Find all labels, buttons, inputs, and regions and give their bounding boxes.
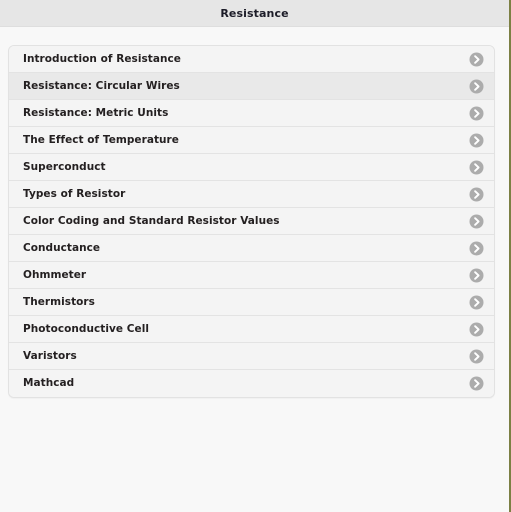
list-item-label: Ohmmeter [23, 269, 87, 281]
list-item-label: Types of Resistor [23, 188, 126, 200]
list-item-label: The Effect of Temperature [23, 134, 179, 146]
list-item[interactable]: Conductance [9, 235, 494, 262]
chevron-right-circle-icon[interactable] [469, 52, 484, 67]
list-item-label: Resistance: Circular Wires [23, 80, 180, 92]
topic-list: Introduction of Resistance Resistance: Ci… [8, 45, 495, 398]
chevron-right-circle-icon[interactable] [469, 187, 484, 202]
chevron-right-circle-icon[interactable] [469, 295, 484, 310]
list-item-label: Color Coding and Standard Resistor Value… [23, 215, 280, 227]
chevron-right-circle-icon[interactable] [469, 376, 484, 391]
chevron-right-circle-icon[interactable] [469, 268, 484, 283]
chevron-right-circle-icon[interactable] [469, 133, 484, 148]
list-item[interactable]: Thermistors [9, 289, 494, 316]
title-bar: Resistance [0, 0, 509, 27]
list-item[interactable]: Superconduct [9, 154, 494, 181]
chevron-right-circle-icon[interactable] [469, 241, 484, 256]
list-item-label: Photoconductive Cell [23, 323, 150, 335]
chevron-right-circle-icon[interactable] [469, 214, 484, 229]
list-item-label: Resistance: Metric Units [23, 107, 169, 119]
chevron-right-circle-icon[interactable] [469, 106, 484, 121]
list-item-label: Conductance [23, 242, 101, 254]
list-item[interactable]: Types of Resistor [9, 181, 494, 208]
list-item-label: Introduction of Resistance [23, 53, 181, 65]
list-item[interactable]: Introduction of Resistance [9, 46, 494, 73]
list-item-label: Varistors [23, 350, 77, 362]
list-item[interactable]: Resistance: Circular Wires [9, 73, 494, 100]
chevron-right-circle-icon[interactable] [469, 79, 484, 94]
list-item[interactable]: Photoconductive Cell [9, 316, 494, 343]
list-item[interactable]: Color Coding and Standard Resistor Value… [9, 208, 494, 235]
list-item[interactable]: The Effect of Temperature [9, 127, 494, 154]
list-item[interactable]: Varistors [9, 343, 494, 370]
chevron-right-circle-icon[interactable] [469, 349, 484, 364]
page-title: Resistance [220, 6, 289, 20]
list-item-label: Thermistors [23, 296, 95, 308]
chevron-right-circle-icon[interactable] [469, 322, 484, 337]
app-root: Resistance Introduction of Resistance Res… [0, 0, 511, 512]
list-item[interactable]: Mathcad [9, 370, 494, 397]
list-item-label: Superconduct [23, 161, 106, 173]
list-item[interactable]: Resistance: Metric Units [9, 100, 494, 127]
list-item-label: Mathcad [23, 378, 75, 389]
list-item[interactable]: Ohmmeter [9, 262, 494, 289]
chevron-right-circle-icon[interactable] [469, 160, 484, 175]
